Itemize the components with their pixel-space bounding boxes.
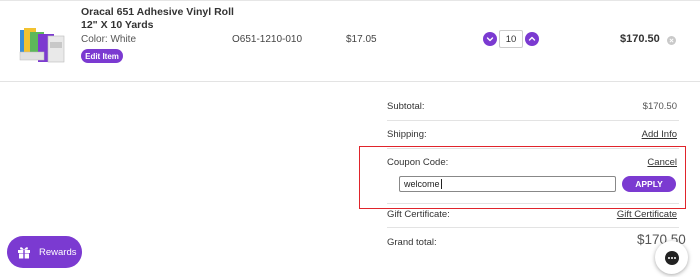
apply-coupon-button[interactable]: APPLY [622,176,676,192]
quantity-input[interactable]: 10 [499,30,523,48]
edit-item-button[interactable]: Edit Item [81,49,123,63]
summary-divider [387,120,679,121]
remove-item-button[interactable] [667,36,676,45]
coupon-code-value: welcome [404,179,440,189]
summary-divider [387,203,679,204]
product-name[interactable]: Oracal 651 Adhesive Vinyl Roll 12" X 10 … [81,6,251,32]
shipping-label: Shipping: [387,129,427,140]
rewards-label: Rewards [39,246,77,258]
coupon-cancel-link[interactable]: Cancel [647,157,677,168]
vinyl-roll-product-image [19,28,65,63]
chat-button[interactable] [655,241,688,274]
summary-divider [387,227,679,228]
product-sku: O651-1210-010 [232,34,303,45]
line-total: $170.50 [620,33,660,45]
text-cursor [440,179,442,189]
subtotal-label: Subtotal: [387,101,425,112]
chevron-up-icon [528,36,536,41]
quantity-decrease-button[interactable] [483,32,497,46]
top-divider [0,0,700,1]
coupon-code-label: Coupon Code: [387,157,449,168]
grand-total-label: Grand total: [387,237,437,248]
quantity-increase-button[interactable] [525,32,539,46]
unit-price: $17.05 [346,34,377,45]
coupon-code-input[interactable]: welcome [399,176,616,192]
gift-icon [18,247,30,259]
product-thumbnail[interactable] [18,26,68,66]
subtotal-value: $170.50 [642,101,677,112]
section-divider [0,81,700,82]
chat-icon [664,250,679,265]
rewards-button[interactable]: Rewards [7,236,82,268]
add-shipping-info-link[interactable]: Add Info [642,129,677,140]
gift-certificate-link[interactable]: Gift Certificate [617,209,677,220]
close-icon [669,38,674,43]
product-color: Color: White [81,34,137,45]
gift-certificate-label: Gift Certificate: [387,209,450,220]
chevron-down-icon [486,37,494,42]
